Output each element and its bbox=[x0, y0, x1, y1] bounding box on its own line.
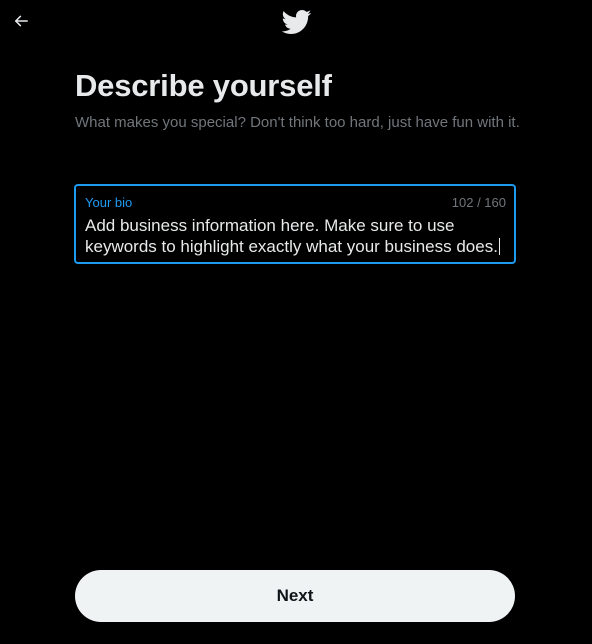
arrow-left-icon bbox=[14, 15, 28, 27]
twitter-logo bbox=[280, 9, 312, 35]
back-button[interactable] bbox=[4, 4, 38, 38]
bio-value: Add business information here. Make sure… bbox=[85, 216, 498, 256]
page-title: Describe yourself bbox=[75, 68, 332, 103]
twitter-bird-icon bbox=[281, 9, 312, 34]
bio-field[interactable]: Your bio 102 / 160 Add business informat… bbox=[74, 184, 516, 264]
bio-label: Your bio bbox=[85, 195, 133, 210]
bio-textarea[interactable]: Add business information here. Make sure… bbox=[85, 215, 509, 257]
bio-char-counter: 102 / 160 bbox=[451, 195, 506, 210]
text-caret bbox=[498, 238, 500, 255]
next-button[interactable]: Next bbox=[75, 570, 515, 622]
page-subtitle: What makes you special? Don't think too … bbox=[75, 114, 520, 131]
